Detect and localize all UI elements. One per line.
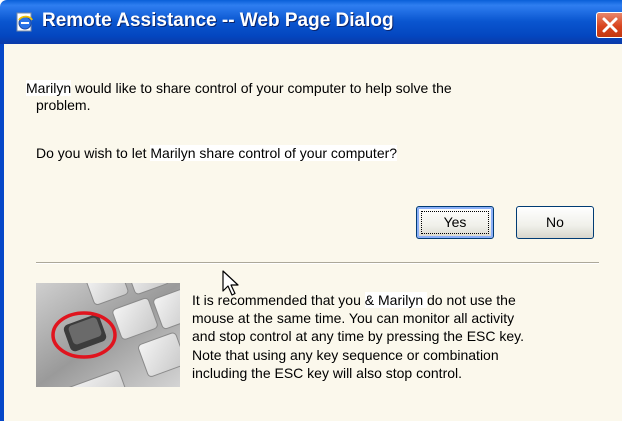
info-line-3: and stop control at any time by pressing… (192, 328, 525, 345)
yes-button[interactable]: Yes (416, 206, 494, 239)
info-line-2: mouse at the same time. You can monitor … (192, 310, 515, 327)
mouse-pointer-icon (222, 270, 239, 296)
question-name: Marilyn (150, 145, 196, 161)
no-button[interactable]: No (516, 206, 594, 239)
info-line-1-prefix: It is recommended that you (192, 292, 365, 308)
ie-page-icon (16, 12, 33, 32)
no-button-label: No (546, 214, 564, 230)
close-button[interactable] (596, 12, 622, 38)
info-line-5: including the ESC key will also stop con… (192, 364, 463, 381)
close-icon (602, 17, 618, 33)
requester-name: Marilyn (26, 80, 72, 96)
message-line-2: problem. (36, 97, 91, 113)
separator (36, 262, 599, 264)
info-line-4: Note that using any key sequence or comb… (192, 346, 499, 363)
info-name: & Marilyn (364, 292, 427, 308)
question-prefix: Do you wish to let (36, 145, 151, 161)
message-line-1: Marilyn would like to share control of y… (26, 80, 452, 97)
question-suffix: share control of your computer? (195, 145, 398, 161)
window-left-border (0, 44, 4, 421)
info-line-1-suffix: do not use the (427, 292, 516, 308)
title-bar[interactable]: Remote Assistance -- Web Page Dialog (0, 0, 622, 44)
question-text: Do you wish to let Marilyn share control… (36, 145, 398, 162)
yes-button-label: Yes (443, 214, 467, 230)
message-text: would like to share control of your comp… (71, 80, 452, 96)
dialog-window: Remote Assistance -- Web Page Dialog Mar… (0, 0, 622, 421)
window-title: Remote Assistance -- Web Page Dialog (42, 10, 394, 31)
recommendation-text: It is recommended that you & Marilyn do … (192, 291, 524, 382)
keyboard-esc-key-image (36, 283, 180, 387)
